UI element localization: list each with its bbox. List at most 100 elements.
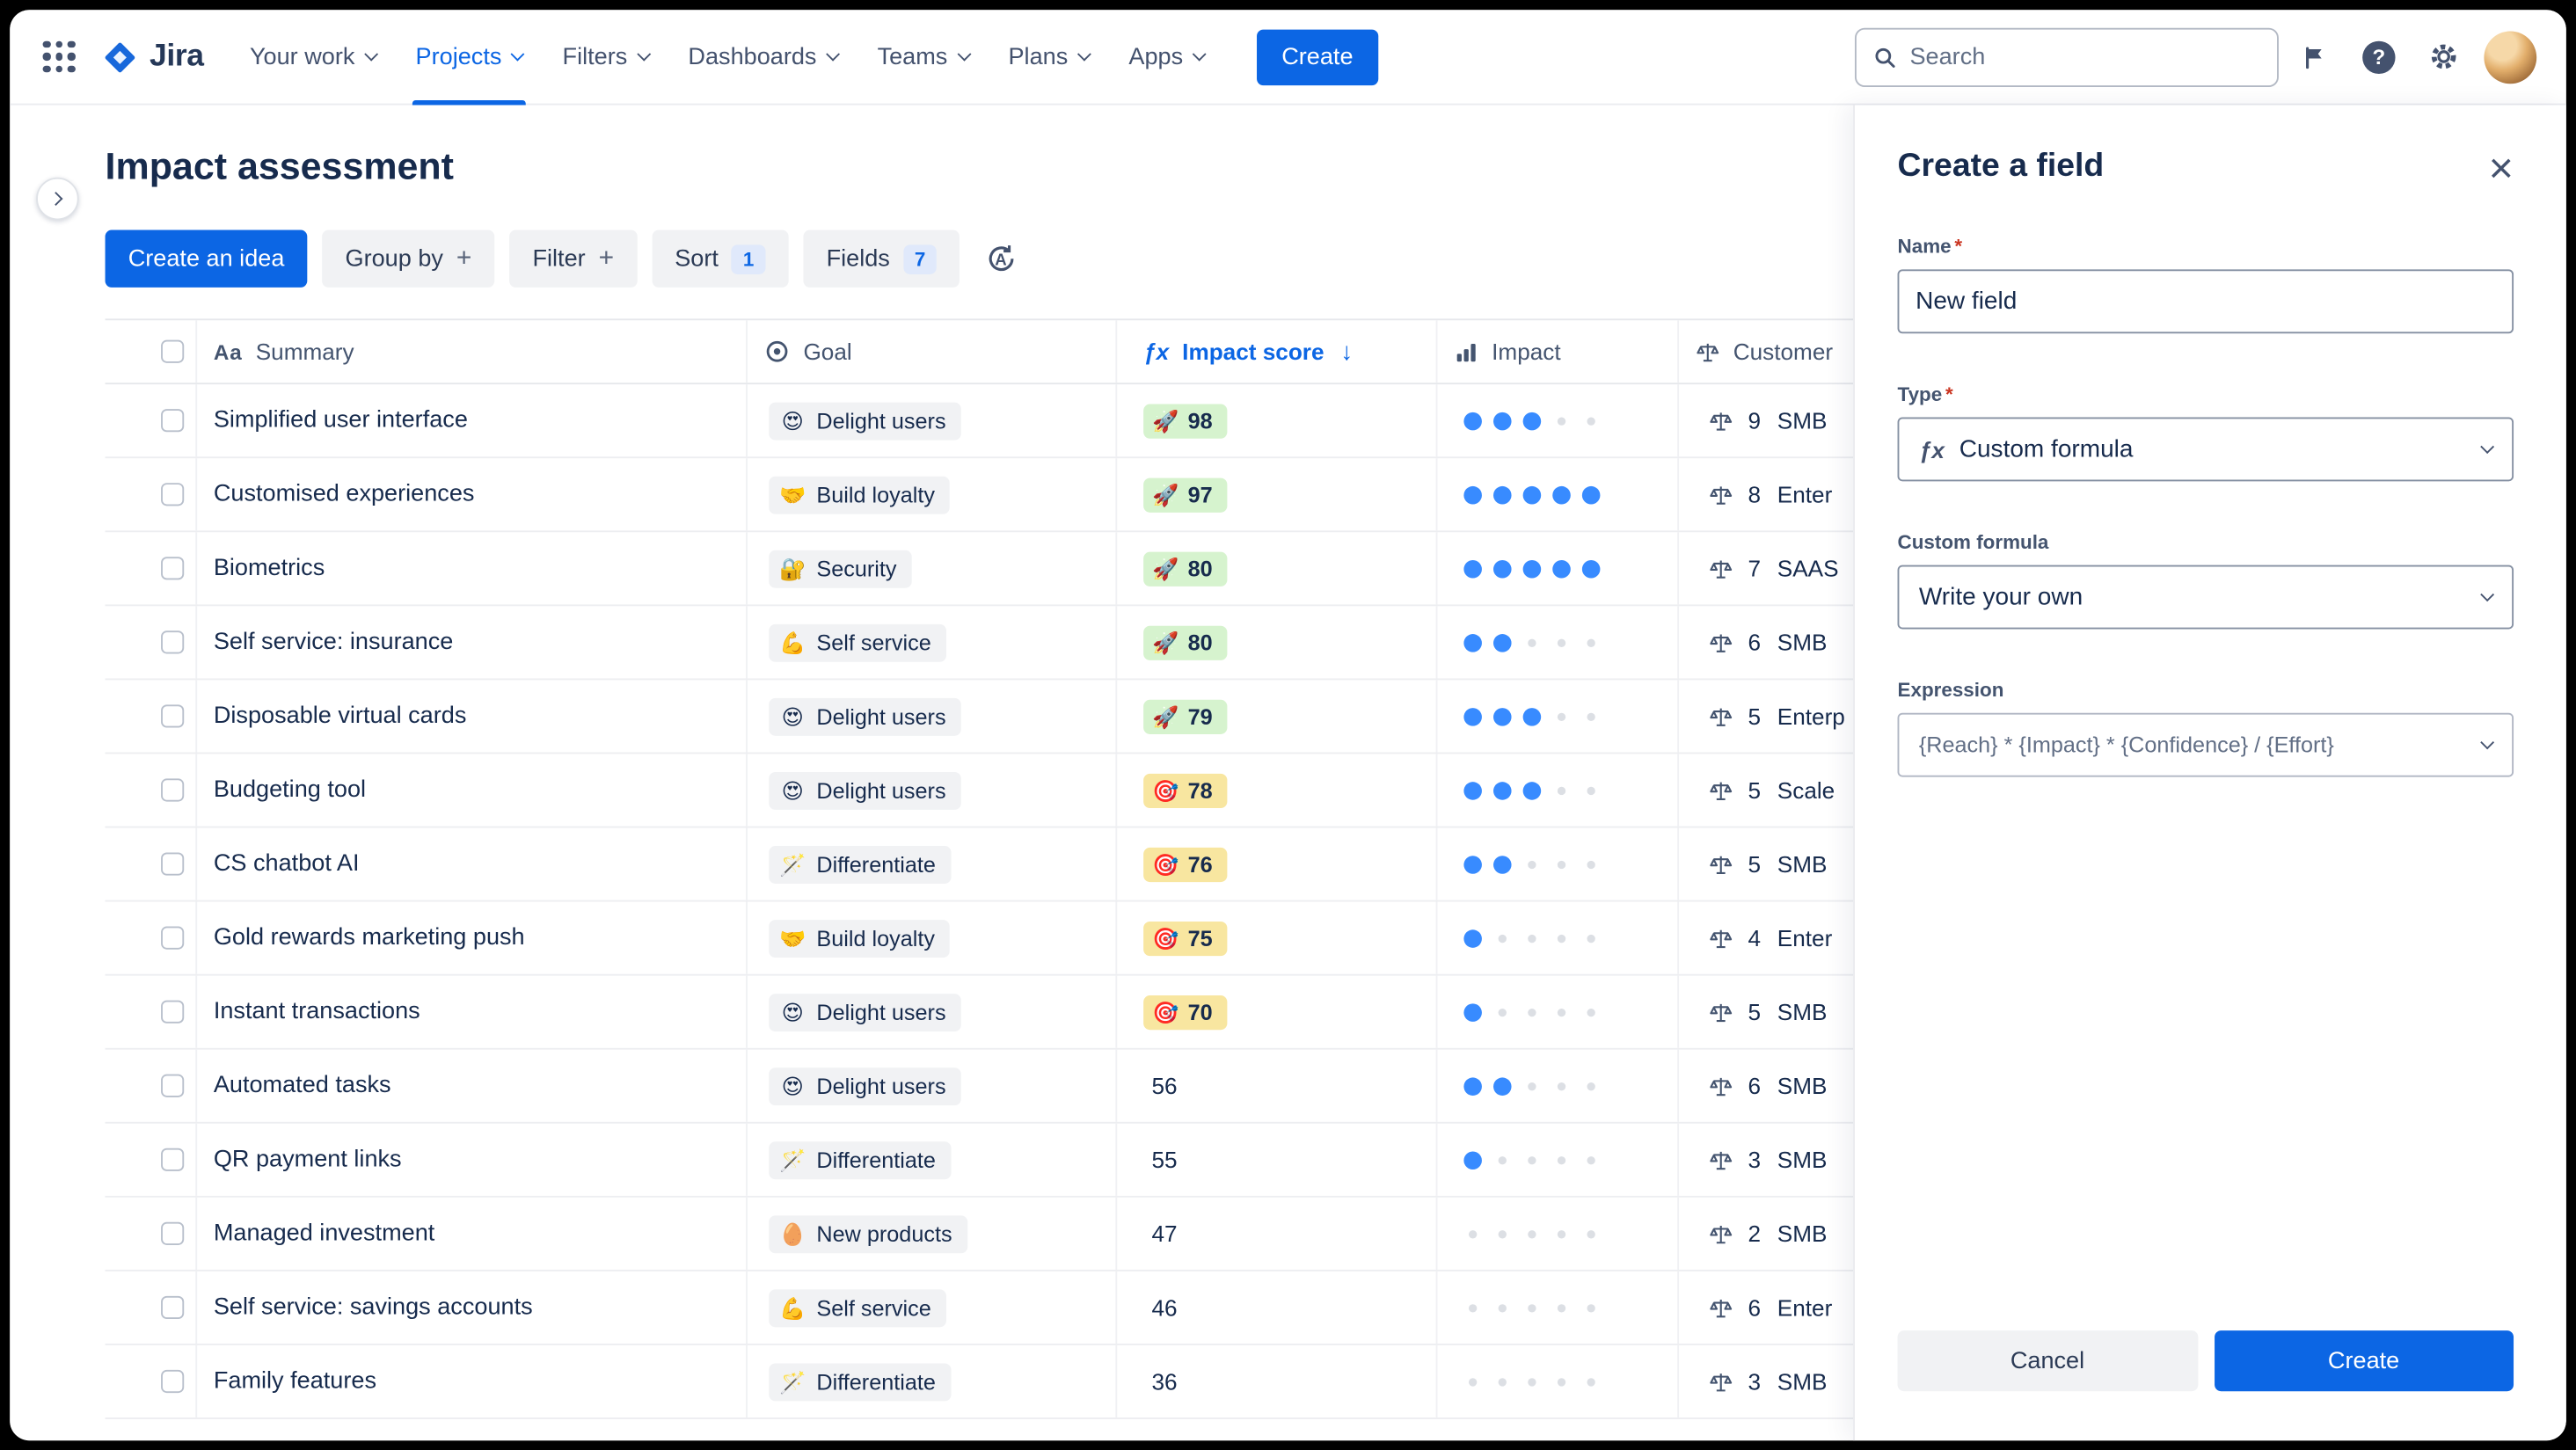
table-row[interactable]: Self service: savings accounts 💪 Self se… [105,1271,2047,1345]
impact-rating[interactable] [1463,1002,1600,1021]
idea-summary[interactable]: Gold rewards marketing push [214,925,525,951]
field-type-select[interactable]: ƒx Custom formula [1897,417,2514,482]
rank-sort-button[interactable]: A [974,230,1029,288]
table-row[interactable]: Self service: insurance 💪 Self service 🚀… [105,606,2047,681]
row-checkbox[interactable] [161,1369,185,1394]
impact-rating[interactable] [1463,855,1600,873]
impact-rating[interactable] [1463,411,1600,430]
notifications-flag-icon[interactable] [2287,29,2343,85]
impact-rating[interactable] [1463,1150,1600,1169]
row-checkbox[interactable] [161,1074,185,1097]
search-input[interactable] [1909,43,2261,70]
impact-rating[interactable] [1463,1076,1600,1096]
impact-rating[interactable] [1463,485,1601,504]
goal-tag[interactable]: 😍 Delight users [769,696,961,735]
summary-column-header[interactable]: Aa Summary [197,320,748,383]
table-row[interactable]: Simplified user interface 😍 Delight user… [105,384,2047,459]
impact-rating[interactable] [1463,1299,1600,1317]
table-row[interactable]: Instant transactions 😍 Delight users 🎯 70… [105,975,2047,1050]
row-checkbox[interactable] [161,409,185,433]
row-checkbox[interactable] [161,1221,185,1245]
goal-tag[interactable]: 🪄 Differentiate [769,845,951,884]
select-all-checkbox[interactable] [161,339,185,363]
global-create-button[interactable]: Create [1257,28,1378,85]
idea-summary[interactable]: QR payment links [214,1147,402,1173]
row-checkbox[interactable] [161,630,185,654]
goal-tag[interactable]: 💪 Self service [769,1288,946,1327]
table-row[interactable]: Family features 🪄 Differentiate 36 3 SMB [105,1344,2047,1419]
row-checkbox[interactable] [161,1000,185,1024]
settings-gear-icon[interactable] [2415,29,2471,85]
goal-tag[interactable]: 🤝 Build loyalty [769,919,950,958]
nav-item-apps[interactable]: Apps [1109,10,1224,104]
fields-button[interactable]: Fields 7 [803,230,960,288]
table-row[interactable]: Customised experiences 🤝 Build loyalty 🚀… [105,458,2047,533]
impact-rating[interactable] [1463,781,1600,799]
idea-summary[interactable]: Simplified user interface [214,407,468,434]
idea-summary[interactable]: Customised experiences [214,481,475,507]
row-checkbox[interactable] [161,852,185,876]
create-field-button[interactable]: Create [2214,1330,2514,1392]
goal-tag[interactable]: 🪄 Differentiate [769,1140,951,1179]
table-row[interactable]: Disposable virtual cards 😍 Delight users… [105,680,2047,754]
idea-summary[interactable]: Automated tasks [214,1073,391,1099]
idea-summary[interactable]: Biometrics [214,555,325,581]
row-checkbox[interactable] [161,1148,185,1171]
idea-summary[interactable]: Family features [214,1368,376,1395]
custom-formula-select[interactable]: Write your own [1897,565,2514,630]
nav-item-dashboards[interactable]: Dashboards [668,10,857,104]
table-row[interactable]: Automated tasks 😍 Delight users 56 6 SMB [105,1049,2047,1124]
nav-item-projects[interactable]: Projects [396,10,543,105]
table-row[interactable]: Biometrics 🔐 Security 🚀 80 7 SAAS [105,532,2047,607]
nav-item-plans[interactable]: Plans [989,10,1109,104]
jira-logo[interactable]: Jira [102,39,204,75]
table-row[interactable]: Budgeting tool 😍 Delight users 🎯 78 5 Scal… [105,754,2047,828]
sort-button[interactable]: Sort 1 [652,230,789,288]
goal-tag[interactable]: 😍 Delight users [769,1067,961,1105]
idea-summary[interactable]: Budgeting tool [214,777,366,804]
impact-rating[interactable] [1463,1225,1600,1243]
goal-tag[interactable]: 🥚 New products [769,1214,967,1253]
cancel-button[interactable]: Cancel [1897,1330,2198,1392]
row-checkbox[interactable] [161,557,185,580]
nav-item-your-work[interactable]: Your work [230,10,397,104]
goal-tag[interactable]: 😍 Delight users [769,993,961,1031]
global-search[interactable] [1854,26,2279,87]
field-name-input[interactable] [1897,269,2514,334]
expression-select[interactable]: {Reach} * {Impact} * {Confidence} / {Eff… [1897,712,2514,777]
table-row[interactable]: QR payment links 🪄 Differentiate 55 3 SMB [105,1123,2047,1198]
table-row[interactable]: Managed investment 🥚 New products 47 2 SM… [105,1197,2047,1271]
goal-tag[interactable]: 🔐 Security [769,549,912,587]
impact-column-header[interactable]: Impact [1438,320,1680,383]
impact-rating[interactable] [1463,929,1600,947]
impact-rating[interactable] [1463,559,1601,578]
idea-summary[interactable]: CS chatbot AI [214,851,360,878]
goal-tag[interactable]: 🤝 Build loyalty [769,475,950,514]
row-checkbox[interactable] [161,704,185,728]
nav-item-filters[interactable]: Filters [543,10,668,104]
help-icon[interactable]: ? [2351,29,2407,85]
row-checkbox[interactable] [161,778,185,802]
idea-summary[interactable]: Self service: insurance [214,629,453,655]
impact-rating[interactable] [1463,633,1600,652]
sidebar-expand-button[interactable] [36,177,79,221]
idea-summary[interactable]: Self service: savings accounts [214,1294,533,1321]
idea-summary[interactable]: Managed investment [214,1220,434,1247]
idea-summary[interactable]: Disposable virtual cards [214,703,467,730]
table-row[interactable]: CS chatbot AI 🪄 Differentiate 🎯 76 5 SMB [105,827,2047,902]
goal-tag[interactable]: 🪄 Differentiate [769,1362,951,1401]
create-idea-button[interactable]: Create an idea [105,230,308,288]
nav-item-teams[interactable]: Teams [857,10,989,104]
user-avatar[interactable] [2484,30,2537,84]
idea-summary[interactable]: Instant transactions [214,999,420,1025]
impact-score-column-header[interactable]: ƒx Impact score ↓ [1117,320,1438,383]
goal-tag[interactable]: 💪 Self service [769,623,946,661]
row-checkbox[interactable] [161,1295,185,1320]
close-icon[interactable]: × [2489,145,2514,188]
goal-tag[interactable]: 😍 Delight users [769,401,961,440]
app-switcher-icon[interactable] [33,31,85,84]
table-row[interactable]: Gold rewards marketing push 🤝 Build loya… [105,901,2047,976]
group-by-button[interactable]: Group by + [322,230,495,288]
row-checkbox[interactable] [161,926,185,950]
impact-rating[interactable] [1463,707,1600,725]
